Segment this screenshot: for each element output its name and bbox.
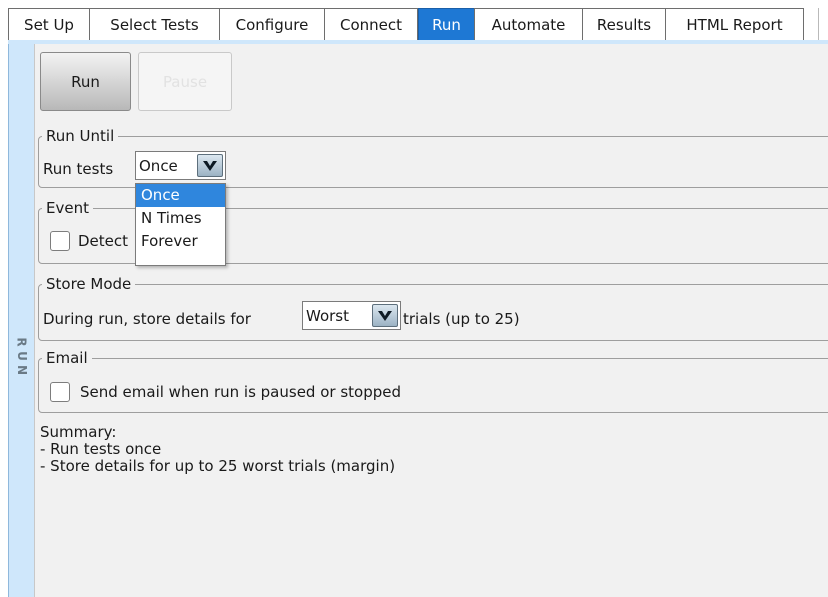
run-until-legend: Run Until	[46, 127, 115, 145]
send-email-label: Send email when run is paused or stopped	[80, 383, 401, 401]
tab-connect[interactable]: Connect	[324, 8, 418, 41]
side-label-letter: R	[15, 337, 29, 347]
dropdown-option-once[interactable]: Once	[136, 184, 225, 207]
store-mode-legend: Store Mode	[46, 275, 132, 293]
store-mode-prefix: During run, store details for	[43, 310, 251, 328]
dropdown-option-n-times[interactable]: N Times	[136, 207, 225, 230]
side-label-letter: U	[15, 351, 29, 361]
chevron-down-icon[interactable]	[372, 304, 398, 327]
dropdown-option-forever[interactable]: Forever	[136, 230, 225, 253]
send-email-checkbox[interactable]	[50, 382, 70, 402]
chevron-down-icon[interactable]	[197, 154, 223, 177]
event-legend: Event	[46, 199, 89, 217]
summary: Summary: - Run tests once - Store detail…	[40, 424, 395, 475]
detect-checkbox-label: Detect	[78, 232, 129, 250]
summary-title: Summary:	[40, 423, 117, 441]
tab-overflow-edge	[818, 8, 828, 41]
store-mode-group: Store Mode	[38, 276, 828, 341]
pause-button: Pause	[138, 52, 232, 111]
email-legend: Email	[46, 349, 88, 367]
run-button[interactable]: Run	[40, 52, 131, 111]
tab-set-up[interactable]: Set Up	[8, 8, 90, 41]
tab-bar: Set Up Select Tests Configure Connect Ru…	[0, 0, 828, 45]
run-tests-combo[interactable]: Once	[135, 151, 226, 180]
store-mode-combo-value: Worst	[306, 306, 349, 325]
summary-line: - Store details for up to 25 worst trial…	[40, 457, 396, 475]
store-mode-suffix: trials (up to 25)	[403, 310, 520, 328]
email-group: Email	[38, 350, 828, 413]
run-tests-combo-value: Once	[139, 156, 178, 175]
side-label-run: R U N	[9, 335, 35, 395]
tab-results[interactable]: Results	[582, 8, 666, 41]
summary-line: - Run tests once	[40, 440, 162, 458]
run-side-strip: R U N	[8, 44, 34, 597]
run-panel: Run Pause Run Until Run tests Once Event…	[34, 44, 828, 597]
side-label-letter: N	[14, 364, 29, 376]
tab-run[interactable]: Run	[418, 8, 475, 41]
tab-automate[interactable]: Automate	[474, 8, 583, 41]
run-tests-label: Run tests	[43, 160, 114, 178]
tab-html-report[interactable]: HTML Report	[665, 8, 804, 41]
tab-select-tests[interactable]: Select Tests	[89, 8, 220, 41]
detect-checkbox[interactable]	[50, 231, 70, 251]
store-mode-combo[interactable]: Worst	[302, 301, 401, 330]
run-tests-dropdown: Once N Times Forever	[135, 183, 226, 266]
tab-configure[interactable]: Configure	[219, 8, 325, 41]
